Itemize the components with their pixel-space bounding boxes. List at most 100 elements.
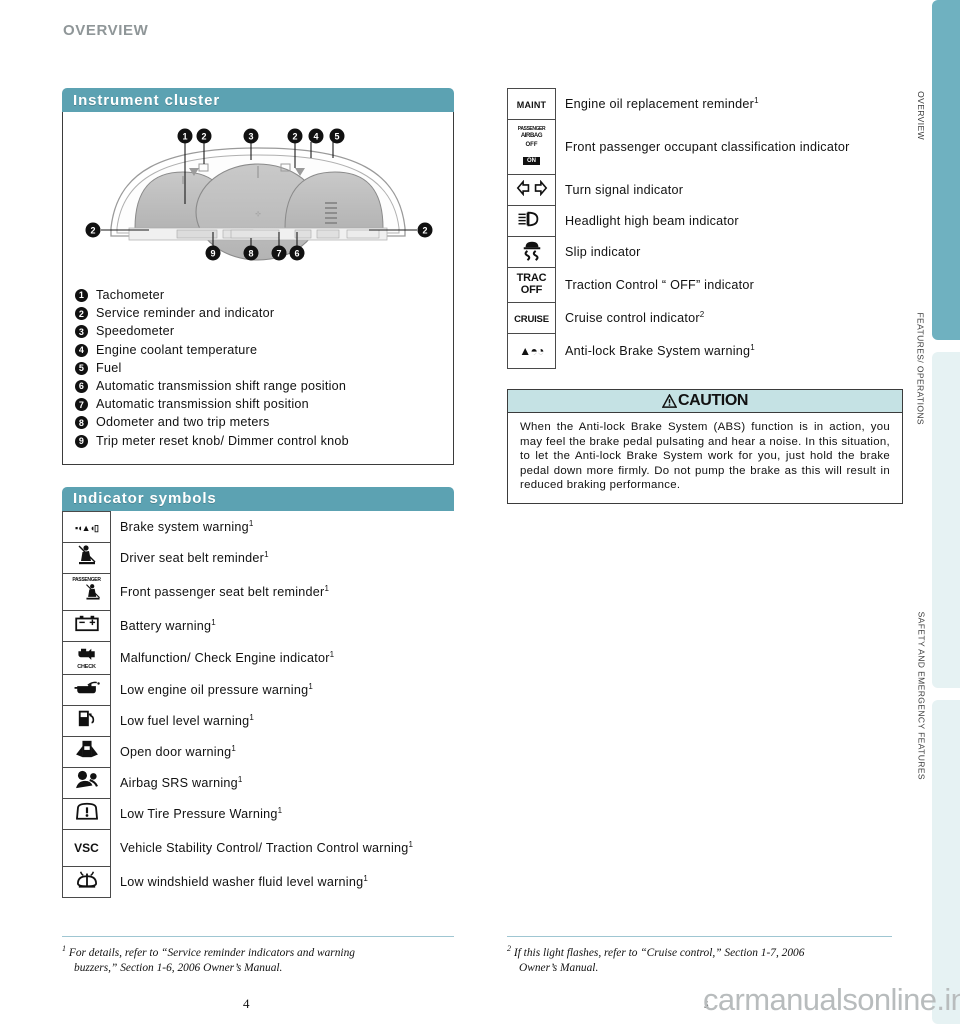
footnote-marker: 1 — [750, 342, 755, 352]
footnote-marker: 1 — [264, 549, 269, 559]
side-tab-features-operations[interactable] — [932, 352, 960, 688]
row-label-text: Airbag SRS warning — [120, 775, 238, 790]
fuel-pump-glyph — [78, 711, 94, 727]
list-item-label: Odometer and two trip meters — [96, 415, 270, 430]
list-item: 8 Odometer and two trip meters — [73, 413, 443, 431]
side-tab-safety-emergency[interactable] — [932, 700, 960, 1024]
list-bullet: 2 — [75, 307, 88, 321]
row-label-text: Battery warning — [120, 618, 212, 633]
footnote-marker: 1 — [329, 649, 335, 659]
low-fuel-icon — [62, 704, 111, 737]
indicator-symbols-banner: Indicator symbols — [62, 486, 454, 511]
table-row-label: Driver seat belt reminder1 — [111, 542, 454, 573]
seat-belt-glyph — [78, 545, 95, 565]
table-row-label: Low windshield washer fluid level warnin… — [111, 866, 454, 897]
table-row: Low windshield washer fluid level warnin… — [62, 865, 454, 898]
row-label-text: Open door warning — [120, 744, 232, 759]
slip-indicator-icon — [507, 236, 556, 268]
slip-glyph — [523, 241, 540, 261]
side-tab-label-safety-emergency: SAFETY AND EMERGENCY FEATURES — [916, 611, 926, 780]
svg-text:6: 6 — [294, 249, 299, 259]
footnote-rule-right — [507, 936, 892, 937]
table-row: PASSENGER Front passenger seat belt remi… — [62, 572, 454, 611]
table-row: TRAC OFF Traction Control “ OFF” indicat… — [507, 267, 903, 303]
row-label-text: Driver seat belt reminder — [120, 550, 265, 565]
list-item: 9 Trip meter reset knob/ Dimmer control k… — [73, 432, 443, 450]
cruise-label: CRUISE — [514, 314, 549, 325]
side-tab-label-overview: OVERVIEW — [916, 91, 926, 140]
footnote-left: 1 For details, refer to “Service reminde… — [62, 941, 462, 976]
table-row: MAINT Engine oil replacement reminder1 — [507, 88, 903, 120]
svg-text:2: 2 — [422, 226, 427, 236]
right-column: MAINT Engine oil replacement reminder1 P… — [507, 88, 903, 504]
table-row-label: Airbag SRS warning1 — [111, 767, 454, 798]
row-label-text: Low engine oil pressure warning — [120, 682, 309, 697]
svg-text:9: 9 — [210, 249, 215, 259]
table-row: Headlight high beam indicator — [507, 205, 903, 237]
list-item-label: Automatic transmission shift position — [96, 397, 309, 412]
passenger-airbag-off-icon: PASSENGER AIRBAG OFF ON — [507, 119, 556, 175]
table-row: Driver seat belt reminder1 — [62, 541, 454, 574]
engine-glyph — [77, 648, 95, 660]
svg-text:2: 2 — [201, 132, 206, 142]
table-row: CHECK Malfunction/ Check Engine indicato… — [62, 640, 454, 675]
left-column: Instrument cluster ⊹ 1 2 3 2 4 5 2 2 9 8… — [62, 88, 454, 898]
airbag-glyph — [75, 771, 98, 789]
list-bullet: 7 — [75, 398, 88, 412]
list-item: 4 Engine coolant temperature — [73, 341, 443, 359]
driver-seat-belt-icon — [62, 541, 111, 574]
list-item-label: Service reminder and indicator — [96, 306, 275, 321]
table-row: Turn signal indicator — [507, 174, 903, 206]
row-label-text: Vehicle Stability Control/ Traction Cont… — [120, 840, 409, 855]
maint-label: MAINT — [516, 100, 547, 110]
warning-triangle-icon — [661, 394, 677, 408]
row-label-text: Low windshield washer fluid level warnin… — [120, 874, 364, 889]
table-row-label: Open door warning1 — [111, 736, 454, 767]
list-bullet: 3 — [75, 325, 88, 339]
footnote-right-line2: Owner’s Manual. — [519, 961, 599, 974]
maint-icon: MAINT — [507, 88, 556, 120]
list-bullet: 6 — [75, 380, 88, 394]
table-row-label: Slip indicator — [556, 237, 903, 268]
table-row-label: Engine oil replacement reminder1 — [556, 89, 903, 120]
footnote-marker: 1 — [277, 805, 283, 815]
row-label-text: Anti-lock Brake System warning — [565, 344, 751, 358]
footnote-marker: 1 — [308, 681, 314, 691]
row-label-text: Headlight high beam indicator — [565, 214, 739, 228]
table-row-label: Headlight high beam indicator — [556, 206, 903, 237]
row-label-text: Front passenger occupant classification … — [565, 140, 850, 154]
list-item-label: Speedometer — [96, 324, 175, 339]
side-tab-overview[interactable] — [932, 0, 960, 340]
table-row-label: Battery warning1 — [111, 610, 454, 641]
list-item-label: Fuel — [96, 360, 122, 375]
footnote-rule-left — [62, 936, 454, 937]
table-row: Open door warning1 — [62, 735, 454, 768]
svg-text:5: 5 — [334, 132, 339, 142]
caution-header: CAUTION — [508, 390, 902, 413]
instrument-cluster-banner: Instrument cluster — [62, 88, 454, 112]
footnote-left-line2: buzzers,” Section 1-6, 2006 Owner’s Manu… — [74, 961, 283, 974]
oil-can-glyph — [74, 682, 100, 694]
svg-text:7: 7 — [276, 249, 281, 259]
list-item-label: Engine coolant temperature — [96, 342, 258, 357]
brake-warning-icon: ▪◖▲◖▯ — [62, 510, 111, 543]
table-row: VSC Vehicle Stability Control/ Traction … — [62, 828, 454, 867]
washer-fluid-icon — [62, 865, 111, 898]
table-row-label: Turn signal indicator — [556, 175, 903, 206]
instrument-cluster-diagram: ⊹ 1 2 3 2 4 5 2 2 9 8 7 6 — [73, 120, 443, 280]
list-item: 6 Automatic transmission shift range posi… — [73, 377, 443, 395]
table-row: ▪◖▲◖▯ Brake system warning1 — [62, 510, 454, 543]
svg-text:3: 3 — [248, 132, 253, 142]
row-label-text: Traction Control “ OFF” indicator — [565, 278, 755, 292]
site-watermark: carmanualsonline.info — [703, 982, 960, 1017]
caution-title: CAUTION — [677, 392, 749, 409]
table-row-label: Malfunction/ Check Engine indicator1 — [111, 641, 454, 674]
table-row-label: Low Tire Pressure Warning1 — [111, 798, 454, 829]
row-label-text: Low fuel level warning — [120, 713, 250, 728]
table-row-label: Front passenger occupant classification … — [556, 120, 903, 175]
list-item: 1 Tachometer — [73, 286, 443, 304]
caution-box: CAUTION When the Anti-lock Brake System … — [507, 389, 903, 504]
list-bullet: 1 — [75, 289, 88, 302]
footnote-right-line1: If this light flashes, refer to “Cruise … — [513, 946, 805, 959]
instrument-cluster-title: Instrument cluster — [73, 91, 221, 109]
